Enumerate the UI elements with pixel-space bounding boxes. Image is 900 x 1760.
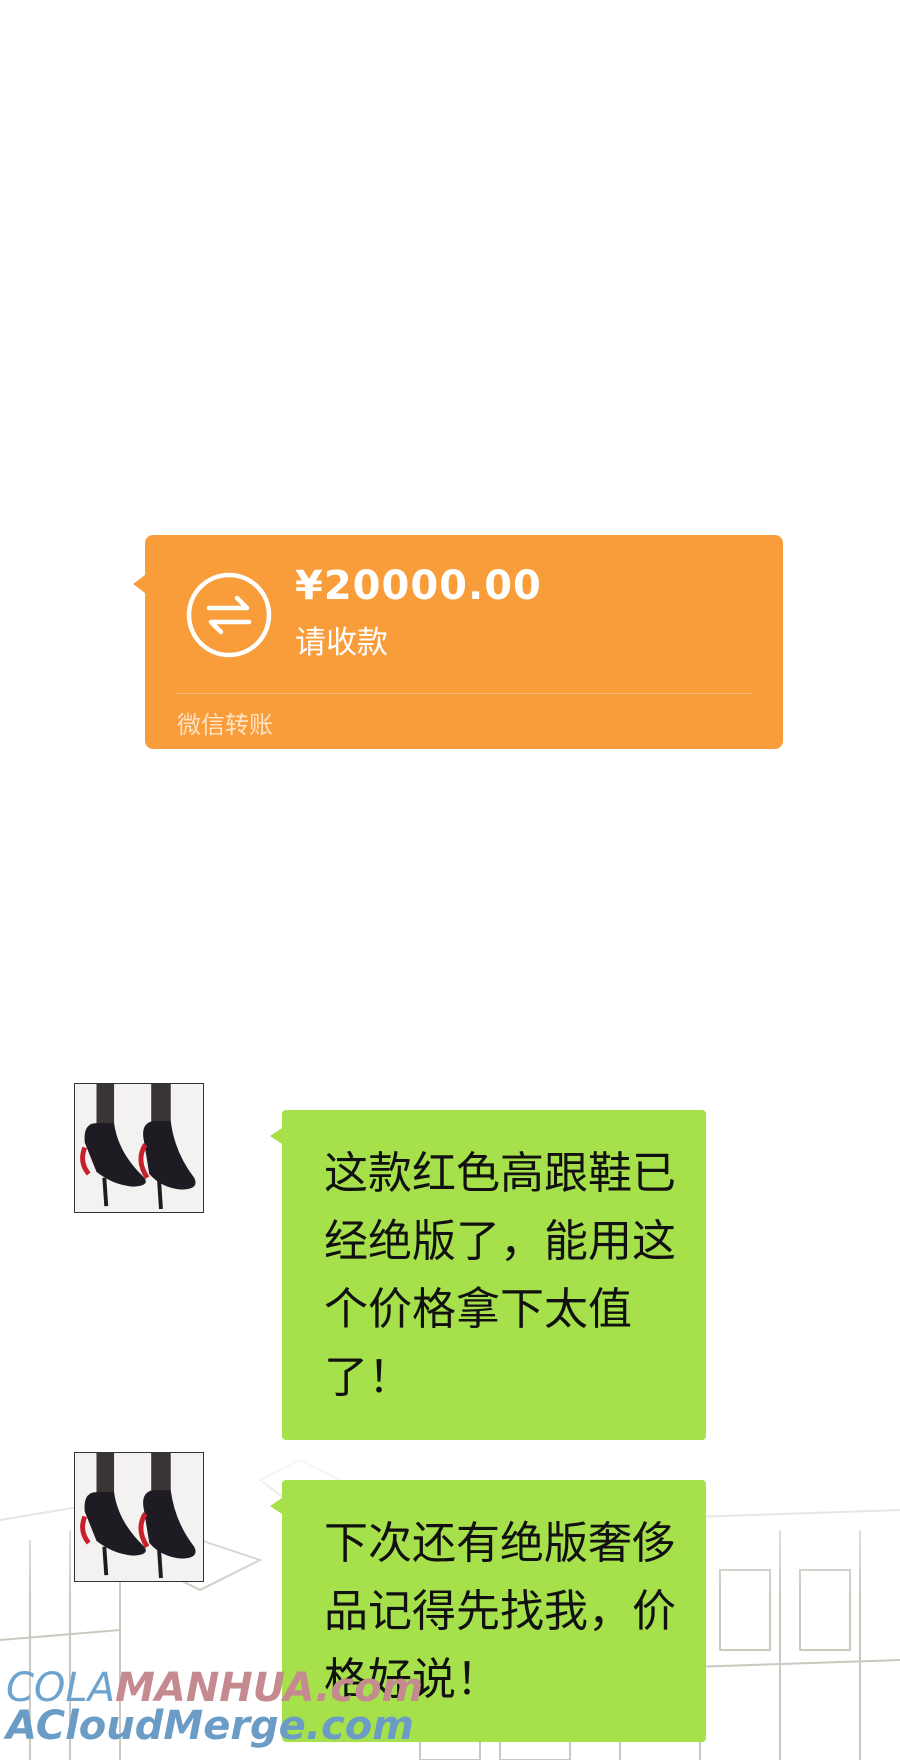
sender-avatar[interactable]: [74, 1083, 204, 1213]
chat-bubble[interactable]: 这款红色高跟鞋已经绝版了，能用这个价格拿下太值了！: [270, 1110, 706, 1440]
transfer-source-label: 微信转账: [177, 711, 273, 739]
transfer-status: 请收款: [295, 625, 388, 661]
red-heels-avatar-image: [75, 1084, 202, 1211]
site-watermark: COLAMANHUA.com ACloudMerge.com: [6, 1668, 423, 1746]
red-heels-avatar-image: [75, 1453, 202, 1580]
watermark-line2: ACloudMerge.com: [6, 1703, 414, 1749]
transfer-amount: ¥20000.00: [295, 563, 542, 609]
sender-avatar[interactable]: [74, 1452, 204, 1582]
transfer-arrows-icon: [186, 572, 272, 658]
card-divider: [175, 693, 753, 694]
transfer-message-card[interactable]: ¥20000.00 请收款 微信转账: [133, 535, 783, 749]
